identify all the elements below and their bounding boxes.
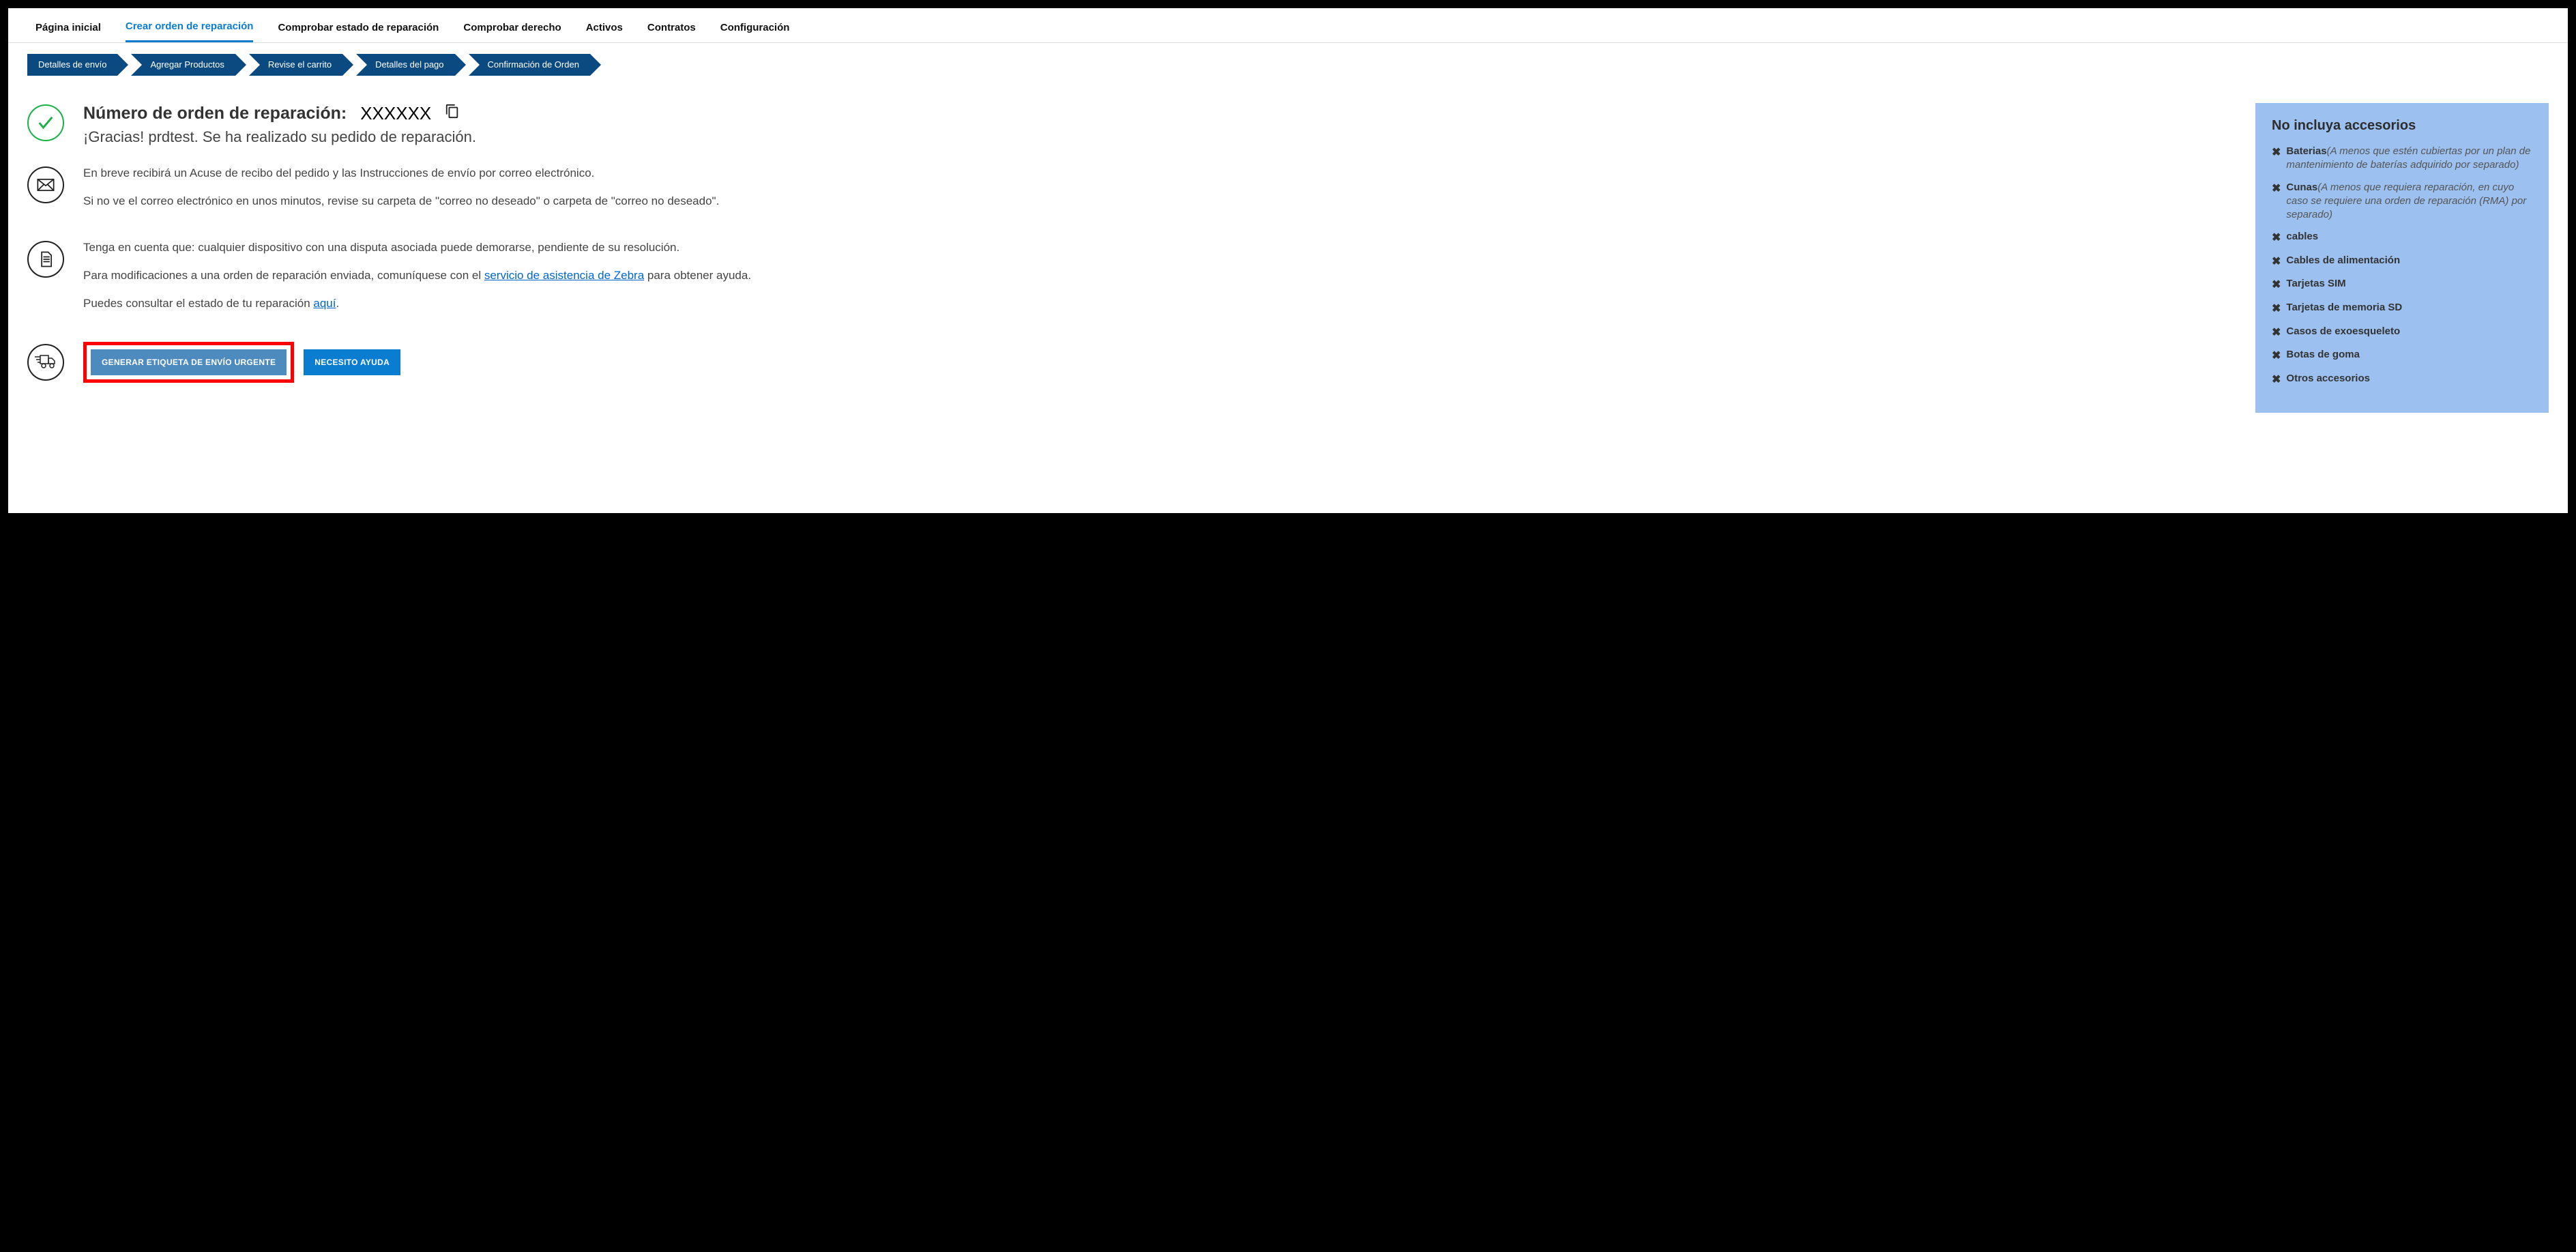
note-line2a: Para modificaciones a una orden de repar… — [83, 269, 484, 282]
panel-item-0: ✖ Baterias(A menos que estén cubiertas po… — [2272, 145, 2532, 173]
panel-item-5: ✖ Tarjetas de memoria SD — [2272, 301, 2532, 317]
panel-item-text: Tarjetas SIM — [2286, 277, 2345, 291]
nav-item-6[interactable]: Configuración — [720, 15, 790, 42]
panel-items: ✖ Baterias(A menos que estén cubiertas po… — [2272, 145, 2532, 387]
step-1[interactable]: Agregar Productos — [131, 54, 235, 76]
note-text: Tenga en cuenta que: cualquier dispositi… — [83, 239, 751, 323]
panel-item-6: ✖ Casos de exoesqueleto — [2272, 325, 2532, 340]
panel-item-label: Baterias — [2286, 145, 2326, 157]
note-line2b: para obtener ayuda. — [644, 269, 751, 282]
panel-item-text: Tarjetas de memoria SD — [2286, 301, 2402, 315]
nav-item-2[interactable]: Comprobar estado de reparación — [278, 15, 439, 42]
panel-item-2: ✖ cables — [2272, 230, 2532, 246]
order-heading-label: Número de orden de reparación: — [83, 104, 347, 123]
highlight-box: GENERAR ETIQUETA DE ENVÍO URGENTE — [83, 342, 294, 383]
nav-item-4[interactable]: Activos — [586, 15, 623, 42]
need-help-button[interactable]: NECESITO AYUDA — [304, 349, 400, 375]
panel-item-1: ✖ Cunas(A menos que requiera reparación, … — [2272, 181, 2532, 222]
order-confirmation-row: Número de orden de reparación: XXXXXX ¡G… — [27, 103, 2242, 146]
left-column: Número de orden de reparación: XXXXXX ¡G… — [27, 103, 2242, 413]
note-line2: Para modificaciones a una orden de repar… — [83, 267, 751, 285]
note-line3: Puedes consultar el estado de tu reparac… — [83, 295, 751, 312]
document-icon — [27, 241, 64, 278]
x-icon: ✖ — [2272, 278, 2281, 293]
panel-item-label: Tarjetas de memoria SD — [2286, 302, 2402, 313]
panel-item-7: ✖ Botas de goma — [2272, 348, 2532, 364]
panel-item-text: Baterias(A menos que estén cubiertas por… — [2286, 145, 2532, 173]
email-line1: En breve recibirá un Acuse de recibo del… — [83, 165, 719, 182]
main-content: Número de orden de reparación: XXXXXX ¡G… — [8, 76, 2568, 413]
x-icon: ✖ — [2272, 254, 2281, 270]
nav-item-3[interactable]: Comprobar derecho — [463, 15, 561, 42]
panel-item-text: Cables de alimentación — [2286, 254, 2400, 267]
generate-label-button[interactable]: GENERAR ETIQUETA DE ENVÍO URGENTE — [91, 349, 287, 375]
order-number: XXXXXX — [360, 103, 431, 124]
nav-item-5[interactable]: Contratos — [647, 15, 696, 42]
x-icon: ✖ — [2272, 231, 2281, 246]
accessories-panel: No incluya accesorios ✖Baterias(A menos … — [2255, 103, 2549, 413]
panel-item-3: ✖ Cables de alimentación — [2272, 254, 2532, 270]
nav-item-1[interactable]: Crear orden de reparación — [126, 14, 254, 42]
checkmark-icon — [27, 104, 64, 141]
panel-item-8: ✖ Otros accesorios — [2272, 372, 2532, 388]
note-line3b: . — [336, 297, 339, 310]
panel-title: No incluya accesorios — [2272, 118, 2532, 134]
order-text-block: Número de orden de reparación: XXXXXX ¡G… — [83, 103, 476, 146]
envelope-icon — [27, 166, 64, 203]
panel-item-label: Botas de goma — [2286, 349, 2360, 360]
step-2[interactable]: Revise el carrito — [249, 54, 342, 76]
action-row: GENERAR ETIQUETA DE ENVÍO URGENTE NECESI… — [27, 342, 2242, 383]
nav-item-0[interactable]: Página inicial — [35, 15, 101, 42]
note-line1: Tenga en cuenta que: cualquier dispositi… — [83, 239, 751, 257]
x-icon: ✖ — [2272, 145, 2281, 160]
top-nav: Página inicial Crear orden de reparación C… — [8, 8, 2568, 43]
panel-item-text: Cunas(A menos que requiera reparación, e… — [2286, 181, 2532, 222]
copy-icon[interactable] — [445, 104, 460, 123]
truck-icon — [27, 344, 64, 381]
panel-item-note: (A menos que requiera reparación, en cuy… — [2286, 181, 2526, 221]
email-text: En breve recibirá un Acuse de recibo del… — [83, 165, 719, 220]
email-info-row: En breve recibirá un Acuse de recibo del… — [27, 165, 2242, 220]
button-group: GENERAR ETIQUETA DE ENVÍO URGENTE NECESI… — [83, 342, 400, 383]
right-column: No incluya accesorios ✖Baterias(A menos … — [2255, 103, 2549, 413]
panel-item-label: Cunas — [2286, 181, 2317, 193]
panel-item-label: cables — [2286, 231, 2318, 242]
note-line3a: Puedes consultar el estado de tu reparac… — [83, 297, 313, 310]
support-link[interactable]: servicio de asistencia de Zebra — [484, 269, 644, 282]
panel-item-text: cables — [2286, 230, 2318, 244]
page-container: Página inicial Crear orden de reparación C… — [8, 8, 2568, 513]
panel-item-label: Cables de alimentación — [2286, 254, 2400, 266]
note-info-row: Tenga en cuenta que: cualquier dispositi… — [27, 239, 2242, 323]
panel-item-text: Botas de goma — [2286, 348, 2360, 362]
x-icon: ✖ — [2272, 373, 2281, 388]
email-line2: Si no ve el correo electrónico en unos m… — [83, 193, 719, 210]
x-icon: ✖ — [2272, 349, 2281, 364]
panel-item-label: Casos de exoesqueleto — [2286, 325, 2400, 337]
step-4[interactable]: Confirmación de Orden — [469, 54, 590, 76]
panel-item-label: Tarjetas SIM — [2286, 278, 2345, 289]
panel-item-4: ✖ Tarjetas SIM — [2272, 277, 2532, 293]
step-3[interactable]: Detalles del pago — [356, 54, 454, 76]
x-icon: ✖ — [2272, 181, 2281, 196]
panel-item-label: Otros accesorios — [2286, 373, 2370, 384]
step-bar: Detalles de envío Agregar Productos Revise… — [8, 43, 2568, 76]
order-heading: Número de orden de reparación: XXXXXX — [83, 103, 476, 124]
step-0[interactable]: Detalles de envío — [27, 54, 117, 76]
status-link[interactable]: aquí — [313, 297, 336, 310]
panel-item-text: Casos de exoesqueleto — [2286, 325, 2400, 338]
x-icon: ✖ — [2272, 325, 2281, 340]
panel-item-text: Otros accesorios — [2286, 372, 2370, 385]
order-thanks: ¡Gracias! prdtest. Se ha realizado su pe… — [83, 128, 476, 146]
x-icon: ✖ — [2272, 302, 2281, 317]
